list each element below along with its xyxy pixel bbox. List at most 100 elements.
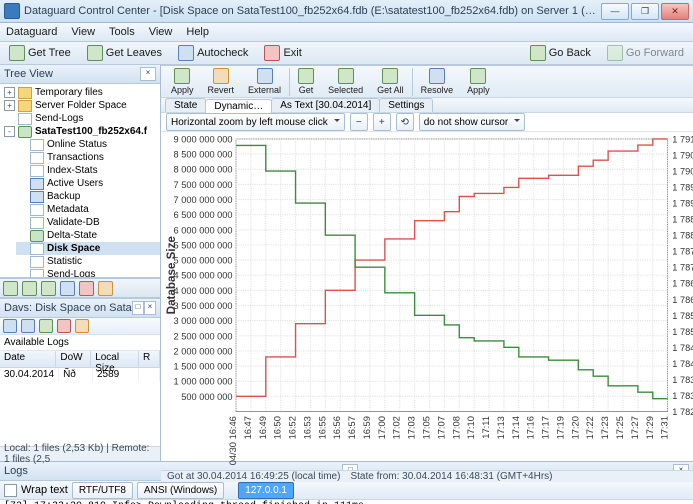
zoom-reset-button[interactable]: ⟲: [396, 113, 414, 131]
svg-text:1 784 000 000 000: 1 784 000 000 000: [672, 359, 693, 369]
tree-node[interactable]: +Server Folder Space: [4, 99, 160, 112]
go-back-button[interactable]: Go Back: [525, 43, 596, 63]
page-icon: [30, 139, 44, 151]
tree-node[interactable]: Statistic: [16, 255, 160, 268]
resolve-button[interactable]: Resolve: [415, 66, 460, 97]
tree-panel-title: Tree View: [4, 68, 53, 80]
refresh-icon[interactable]: [60, 281, 75, 296]
expand-toggle[interactable]: +: [4, 87, 15, 98]
davs-panel-header: Davs: Disk Space on SataTest100 … □ ×: [0, 298, 160, 318]
tree-node[interactable]: Send-Logs: [16, 268, 160, 278]
available-logs-label: Available Logs: [0, 335, 160, 351]
apply-icon: [174, 68, 190, 84]
tree-view[interactable]: +Temporary files+Server Folder SpaceSend…: [0, 84, 160, 278]
chart-area[interactable]: 500 000 0001 000 000 0001 500 000 0002 0…: [161, 132, 693, 470]
minimize-button[interactable]: —: [601, 3, 629, 20]
stop-icon[interactable]: [79, 281, 94, 296]
davs-pin-button[interactable]: □: [132, 301, 144, 315]
tab-astext[interactable]: As Text [30.04.2014]: [271, 98, 380, 112]
exit-button[interactable]: Exit: [259, 43, 306, 63]
tree-node-label: Online Status: [47, 138, 107, 151]
ansi-toggle[interactable]: ANSI (Windows): [137, 482, 224, 499]
apply2-button[interactable]: Apply: [461, 66, 496, 97]
get-button[interactable]: Get: [292, 66, 320, 97]
svg-text:1 000 000 000: 1 000 000 000: [174, 377, 233, 387]
logs-grid-body[interactable]: 30.04.2014 Ñð 2589: [0, 368, 160, 446]
davs-star-icon[interactable]: [75, 319, 89, 333]
cursor-dropdown[interactable]: do not show cursor: [419, 113, 526, 131]
svg-text:16:52: 16:52: [288, 416, 298, 439]
selected-button[interactable]: Selected: [322, 66, 369, 97]
zoom-out-button[interactable]: −: [350, 113, 368, 131]
close-button[interactable]: ✕: [661, 3, 689, 20]
col-r[interactable]: R: [139, 351, 160, 367]
svg-text:1 786 000 000 000: 1 786 000 000 000: [672, 295, 693, 305]
apply-button[interactable]: Apply: [165, 66, 200, 97]
tree-node[interactable]: Backup: [16, 190, 160, 203]
menubar: Dataguard View Tools View Help: [0, 23, 693, 42]
davs-delete-icon[interactable]: [57, 319, 71, 333]
tab-state[interactable]: State: [165, 98, 206, 112]
tree-node[interactable]: Transactions: [16, 151, 160, 164]
davs-refresh-icon[interactable]: [39, 319, 53, 333]
expand-toggle[interactable]: -: [4, 126, 15, 137]
maximize-button[interactable]: ❐: [631, 3, 659, 20]
chart-status-bar: Got at 30.04.2014 16:49:25 (local time) …: [161, 470, 693, 482]
menu-view2[interactable]: View: [147, 25, 175, 39]
svg-text:16:50: 16:50: [273, 416, 283, 439]
col-date[interactable]: Date: [0, 351, 56, 367]
tree-node[interactable]: Metadata: [16, 203, 160, 216]
svg-text:6 000 000 000: 6 000 000 000: [174, 225, 233, 235]
edit-icon[interactable]: [98, 281, 113, 296]
get-leaves-button[interactable]: Get Leaves: [82, 43, 167, 63]
rtf-toggle[interactable]: RTF/UTF8: [72, 482, 133, 499]
menu-tools[interactable]: Tools: [107, 25, 137, 39]
svg-text:17:03: 17:03: [407, 416, 417, 439]
get-tree-button[interactable]: Get Tree: [4, 43, 76, 63]
tree-node[interactable]: +Temporary files: [4, 86, 160, 99]
nav-first-icon[interactable]: [3, 281, 18, 296]
wrap-checkbox[interactable]: [4, 484, 17, 497]
logs-body[interactable]: [72] 17:33:20.819 Info> Downloading thre…: [0, 500, 693, 504]
svg-text:17:17: 17:17: [541, 416, 551, 439]
zoom-mode-dropdown[interactable]: Horizontal zoom by left mouse click: [166, 113, 345, 131]
tree-node-label: Statistic: [47, 255, 82, 268]
tab-settings[interactable]: Settings: [379, 98, 433, 112]
external-button[interactable]: External: [242, 66, 287, 97]
tree-node[interactable]: Index-Stats: [16, 164, 160, 177]
svg-text:3 000 000 000: 3 000 000 000: [174, 316, 233, 326]
apply2-icon: [470, 68, 486, 84]
davs-prev-icon[interactable]: [3, 319, 17, 333]
table-row[interactable]: 30.04.2014 Ñð 2589: [0, 368, 160, 381]
tree-node[interactable]: -SataTest100_fb252x64.f: [4, 125, 160, 138]
tree-panel-close[interactable]: ×: [140, 67, 156, 81]
tree-node[interactable]: Delta-State: [16, 229, 160, 242]
tree-toolbar: [0, 278, 160, 298]
revert-button[interactable]: Revert: [202, 66, 241, 97]
svg-text:17:07: 17:07: [436, 416, 446, 439]
tree-node[interactable]: Validate-DB: [16, 216, 160, 229]
tree-node[interactable]: Send-Logs: [4, 112, 160, 125]
tree-node[interactable]: Disk Space: [16, 242, 160, 255]
tab-dynamic[interactable]: Dynamic…: [205, 99, 272, 113]
tree-node[interactable]: Online Status: [16, 138, 160, 151]
menu-dataguard[interactable]: Dataguard: [4, 25, 59, 39]
logs-toolbar: Wrap text RTF/UTF8 ANSI (Windows) 127.0.…: [0, 481, 693, 500]
davs-close-button[interactable]: ×: [144, 301, 156, 315]
zoom-in-button[interactable]: +: [373, 113, 391, 131]
col-dow[interactable]: DoW: [56, 351, 91, 367]
menu-help[interactable]: Help: [184, 25, 211, 39]
go-forward-button[interactable]: Go Forward: [602, 43, 689, 63]
col-size[interactable]: Local Size: [91, 351, 139, 367]
menu-view[interactable]: View: [69, 25, 97, 39]
nav-next-icon[interactable]: [41, 281, 56, 296]
svg-text:17:14: 17:14: [511, 416, 521, 439]
autocheck-button[interactable]: Autocheck: [173, 43, 253, 63]
get-all-button[interactable]: Get All: [371, 66, 410, 97]
page-icon: [30, 165, 44, 177]
tree-node[interactable]: Active Users: [16, 177, 160, 190]
expand-toggle[interactable]: +: [4, 100, 15, 111]
nav-prev-icon[interactable]: [22, 281, 37, 296]
ip-pill[interactable]: 127.0.0.1: [238, 482, 294, 499]
davs-next-icon[interactable]: [21, 319, 35, 333]
